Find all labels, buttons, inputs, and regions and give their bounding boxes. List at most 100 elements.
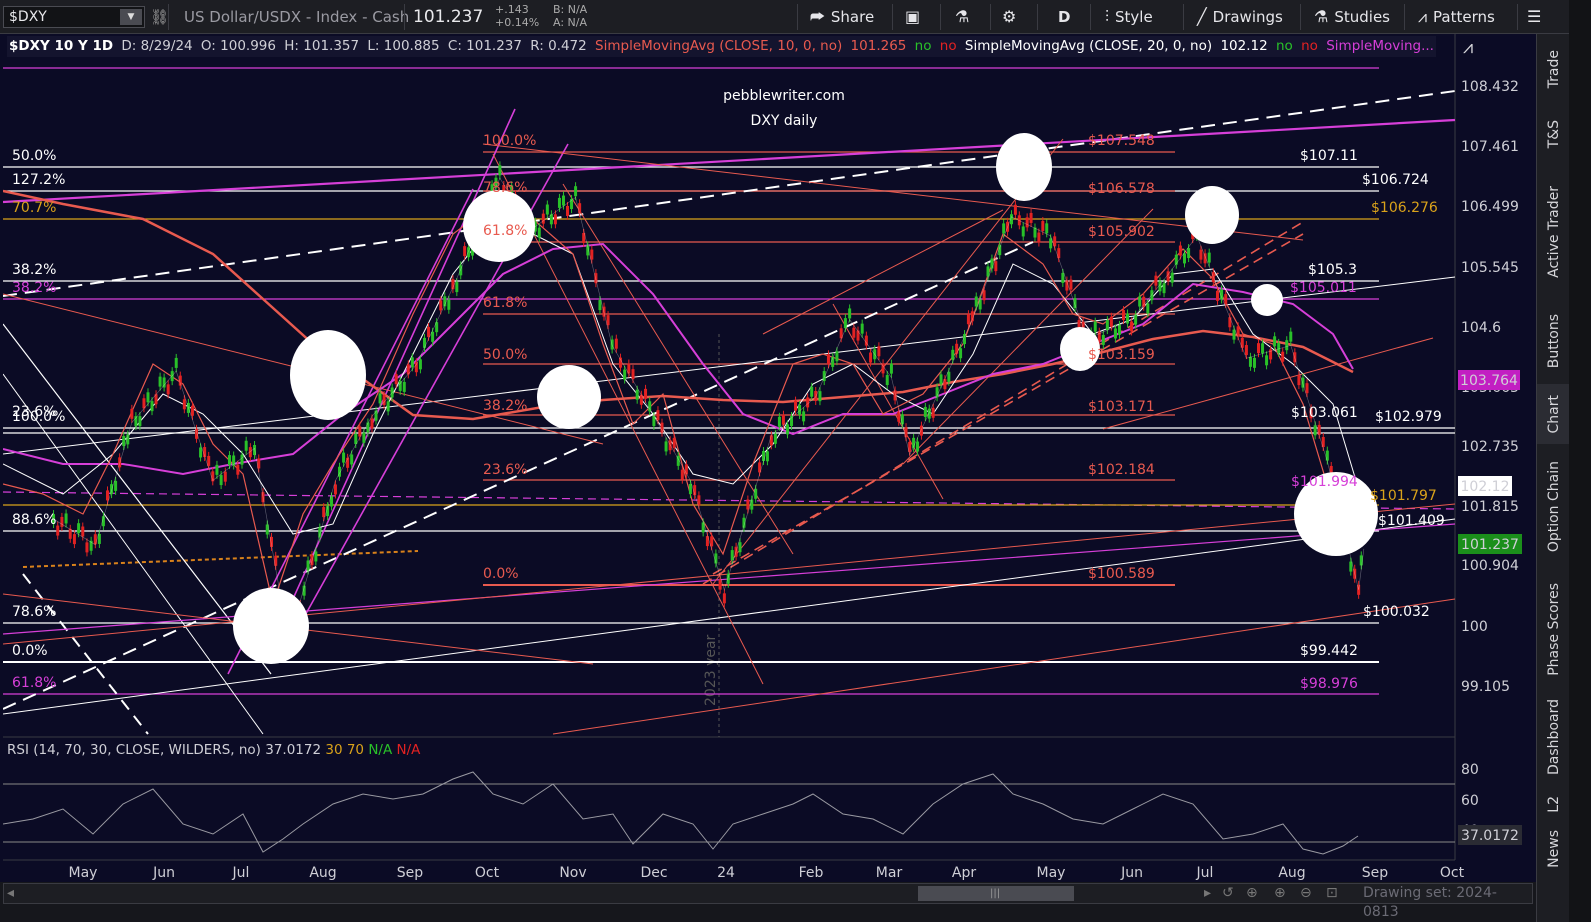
- candle-body: [672, 437, 676, 448]
- candle-body: [190, 405, 194, 416]
- candle-body: [130, 408, 134, 419]
- rsi-label[interactable]: RSI (14, 70, 30, CLOSE, WILDERS, no): [7, 742, 261, 758]
- price-tick-label: 101.815: [1461, 499, 1519, 515]
- candle-body: [60, 516, 64, 527]
- sidebar-item-phase-scores[interactable]: Phase Scores: [1537, 569, 1570, 689]
- chart-area[interactable]: 2023 year 50.0% 127.2% 70.7% 38.2% 38.2%…: [3, 34, 1536, 882]
- level-label: $107.11: [1300, 148, 1358, 164]
- sidebar-item-dashboard[interactable]: Dashboard: [1537, 689, 1570, 784]
- month-tick-label: Oct: [475, 865, 500, 881]
- symbol-input[interactable]: $DXY ▼: [3, 6, 145, 28]
- pencil-icon: ╱: [1197, 7, 1207, 26]
- zoom-out-icon[interactable]: ⊖: [1300, 884, 1312, 903]
- sma20-label[interactable]: SimpleMovingAvg (CLOSE, 20, 0, no): [963, 38, 1214, 54]
- reset-icon[interactable]: ↺: [1222, 884, 1234, 903]
- candle-body: [566, 205, 570, 216]
- candlestick-icon: ⫶: [1105, 7, 1110, 26]
- sidebar-item-ts[interactable]: T&S: [1537, 104, 1570, 164]
- candle-body: [306, 560, 310, 571]
- studies-button[interactable]: ⚗ Studies: [1314, 0, 1390, 34]
- sma-more-label[interactable]: SimpleMoving...: [1324, 38, 1436, 54]
- level-label: $105.011: [1290, 280, 1357, 296]
- legend-high: H: 101.357: [284, 38, 360, 54]
- drawing-set-label[interactable]: Drawing set: 2024-0813: [1363, 884, 1532, 922]
- candle-body: [1109, 316, 1113, 327]
- candle-body: [959, 348, 963, 359]
- rsi-tick-label: 80: [1461, 762, 1479, 778]
- candle-body: [110, 484, 114, 495]
- candle-body: [422, 337, 426, 348]
- candle-body: [174, 357, 178, 368]
- candle-body: [939, 374, 943, 385]
- settings-button[interactable]: ⚙: [1002, 0, 1022, 34]
- last-price-badge-text: 101.237: [1461, 537, 1519, 553]
- candle-body: [1285, 340, 1289, 351]
- candle-body: [240, 454, 244, 465]
- sma10-flag: no: [914, 38, 932, 54]
- beaker-button[interactable]: ⚗: [955, 0, 975, 34]
- month-tick-label: Jul: [232, 865, 250, 881]
- candle-body: [730, 550, 734, 561]
- time-scrollbar[interactable]: ◂ ||| ▸ ↺ ⊕ ⊕ ⊖ ⊡ Drawing set: 2024-0813: [3, 883, 1533, 920]
- menu-button[interactable]: ☰: [1527, 0, 1547, 34]
- candle-body: [1215, 290, 1219, 301]
- candle-body: [769, 435, 773, 446]
- zoom-in-icon[interactable]: ⊕: [1274, 884, 1286, 903]
- candle-body: [574, 186, 578, 197]
- sma10-label[interactable]: SimpleMovingAvg (CLOSE, 10, 0, no): [593, 38, 844, 54]
- share-button[interactable]: ⮫ Share: [810, 0, 874, 34]
- style-button[interactable]: ⫶ Style: [1105, 0, 1153, 34]
- level-label: $106.276: [1371, 200, 1438, 216]
- layout-button[interactable]: ▣: [905, 0, 926, 34]
- fib-mid-label: 61.8%: [483, 223, 527, 239]
- chart-legend: $DXY 10 Y 1D D: 8/29/24 O: 100.996 H: 10…: [7, 36, 1436, 57]
- candle-body: [1025, 217, 1029, 228]
- legend-close: C: 101.237: [447, 38, 522, 54]
- period-button[interactable]: D: [1058, 0, 1070, 34]
- candle-body: [916, 441, 920, 452]
- fib-left-label: 50.0%: [12, 148, 56, 164]
- sidebar-item-chart[interactable]: Chart: [1537, 384, 1570, 444]
- chart-expand-icon[interactable]: ⩘: [1463, 37, 1473, 58]
- candle-body: [314, 551, 318, 562]
- crosshair-icon[interactable]: ⊕: [1246, 884, 1258, 903]
- sidebar-item-active-trader[interactable]: Active Trader: [1537, 164, 1570, 299]
- layout-icon: ▣: [905, 7, 921, 26]
- price-tick-label: 99.105: [1461, 679, 1510, 695]
- window-edge: [1569, 0, 1591, 922]
- sidebar-item-trade[interactable]: Trade: [1537, 34, 1570, 104]
- candle-body: [762, 451, 766, 462]
- legend-low: L: 100.885: [367, 38, 440, 54]
- sidebar-item-buttons[interactable]: Buttons: [1537, 299, 1570, 384]
- candle-body: [1142, 296, 1146, 307]
- patterns-icon: ⩘: [1418, 7, 1428, 26]
- candle-body: [1146, 303, 1150, 314]
- symbol-dropdown-icon[interactable]: ▼: [120, 9, 142, 25]
- drawings-button[interactable]: ╱ Drawings: [1197, 0, 1283, 34]
- candle-body: [374, 410, 378, 421]
- scroll-right-icon[interactable]: ▸: [1204, 884, 1211, 903]
- sma20-flag: no: [1275, 38, 1293, 54]
- sidebar-item-news[interactable]: News: [1537, 824, 1570, 874]
- level-label: $106.578: [1088, 181, 1155, 197]
- sidebar-item-l2[interactable]: L2: [1537, 784, 1570, 824]
- candle-body: [1232, 329, 1236, 340]
- candle-body: [1273, 336, 1277, 347]
- candle-body: [236, 464, 240, 475]
- scroll-thumb[interactable]: |||: [918, 886, 1074, 901]
- candle-body: [1093, 321, 1097, 332]
- candle-body: [1252, 357, 1256, 368]
- candle-body: [447, 299, 451, 310]
- sidebar-item-option-chain[interactable]: Option Chain: [1537, 444, 1570, 569]
- candle-body: [826, 354, 830, 365]
- fib-mid-label: 0.0%: [483, 566, 519, 582]
- candle-body: [223, 471, 227, 482]
- link-chain-icon[interactable]: ⛓: [150, 0, 169, 34]
- patterns-button[interactable]: ⩘ Patterns: [1418, 0, 1495, 34]
- zoom-fit-icon[interactable]: ⊡: [1326, 884, 1338, 903]
- scroll-left-icon[interactable]: ◂: [7, 884, 14, 903]
- candle-body: [1013, 204, 1017, 215]
- candle-body: [81, 526, 85, 537]
- candle-body: [856, 330, 860, 341]
- candle-body: [418, 359, 422, 370]
